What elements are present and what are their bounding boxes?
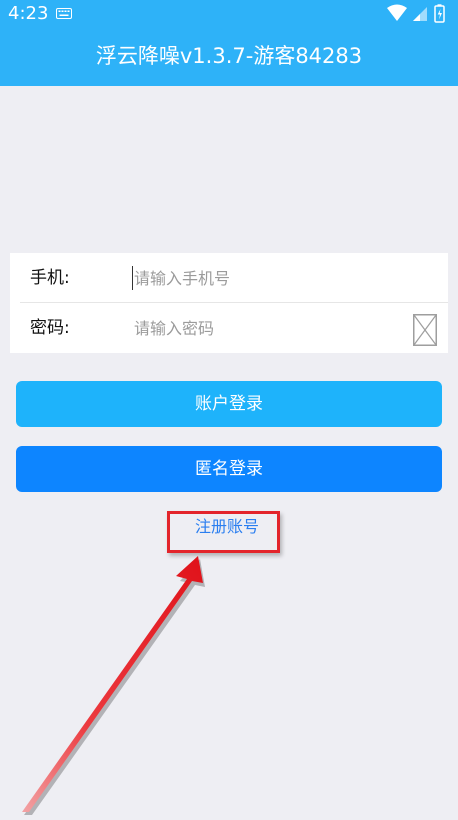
- app-header: 4:23 浮云降噪v1.3.7-游客84283: [0, 0, 458, 86]
- arrow-shape: [22, 556, 203, 812]
- password-input[interactable]: [132, 315, 394, 341]
- battery-icon: [434, 4, 445, 23]
- page-title: 浮云降噪v1.3.7-游客84283: [95, 44, 363, 68]
- account-login-button[interactable]: 账户登录: [16, 381, 442, 427]
- phone-label: 手机:: [30, 268, 70, 288]
- keyboard-icon: [56, 8, 72, 19]
- status-icons: [387, 4, 445, 23]
- password-label: 密码:: [30, 318, 70, 338]
- wifi-icon: [387, 4, 407, 21]
- phone-row: 手机:: [10, 253, 448, 303]
- status-time: 4:23: [8, 3, 49, 24]
- annotation-highlight-box: [167, 511, 280, 553]
- arrow-shadow: [24, 559, 205, 815]
- login-form: 手机: 密码:: [10, 253, 448, 353]
- phone-input[interactable]: [132, 265, 394, 291]
- show-password-icon[interactable]: [413, 314, 437, 346]
- text-cursor: [132, 266, 133, 290]
- anonymous-login-button[interactable]: 匿名登录: [16, 446, 442, 492]
- cell-signal-icon: [413, 7, 427, 21]
- password-row: 密码:: [10, 303, 448, 353]
